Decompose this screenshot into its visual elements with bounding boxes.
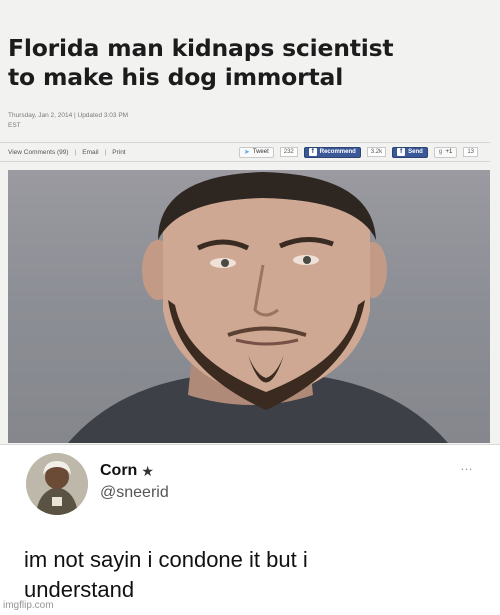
headline-line-2: to make his dog immortal	[8, 63, 344, 91]
tweet-count: 232	[279, 147, 298, 157]
recommend-button-label: Recommend	[319, 149, 356, 155]
google-plus-button[interactable]: g +1	[433, 146, 458, 158]
email-link[interactable]: Email	[82, 149, 98, 156]
tweet-text: im not sayin i condone it but i understa…	[24, 545, 484, 605]
facebook-icon: f	[308, 148, 317, 156]
google-plus-count: 13	[463, 147, 478, 157]
article-date: Thursday, Jan 2, 2014 | Updated 3:03 PM	[8, 112, 129, 119]
facebook-icon: f	[397, 148, 406, 156]
tweet-button-label: Tweet	[252, 149, 269, 155]
tweet-text-line-2: understand	[24, 577, 135, 602]
share-toolbar: View Comments (99) | Email | Print ➤ Twe…	[0, 142, 490, 162]
avatar[interactable]	[26, 453, 88, 515]
watermark: imgflip.com	[3, 600, 54, 611]
star-icon: ★	[141, 462, 154, 479]
print-link[interactable]: Print	[112, 149, 125, 156]
separator: |	[74, 148, 77, 156]
user-handle[interactable]: @sneerid	[100, 484, 169, 502]
google-plus-icon: g	[438, 149, 443, 155]
article-timezone: EST	[8, 122, 21, 129]
tweet-button[interactable]: ➤ Tweet	[238, 146, 274, 158]
article-meta: Thursday, Jan 2, 2014 | Updated 3:03 PM …	[8, 111, 128, 131]
tweet-text-line-1: im not sayin i condone it but i	[24, 547, 308, 572]
recommend-button[interactable]: f Recommend	[303, 146, 361, 158]
section-divider	[0, 444, 500, 445]
view-comments-link[interactable]: View Comments (99)	[8, 149, 69, 156]
headline: Florida man kidnaps scientist to make hi…	[8, 34, 488, 92]
mugshot-illustration	[68, 172, 448, 443]
twitter-bird-icon: ➤	[243, 149, 250, 156]
recommend-count: 3.2k	[366, 147, 387, 157]
send-button-label: Send	[408, 149, 423, 155]
display-name[interactable]: Corn	[100, 462, 137, 480]
headline-line-1: Florida man kidnaps scientist	[8, 34, 394, 62]
tweet-author[interactable]: Corn ★	[100, 462, 154, 480]
mugshot-photo	[8, 170, 490, 443]
google-plus-label: +1	[445, 149, 453, 155]
send-button[interactable]: f Send	[392, 146, 428, 158]
news-article: Florida man kidnaps scientist to make hi…	[0, 0, 500, 444]
separator: |	[104, 148, 107, 156]
more-options-icon[interactable]: …	[460, 458, 474, 473]
avatar-illustration	[26, 453, 88, 515]
